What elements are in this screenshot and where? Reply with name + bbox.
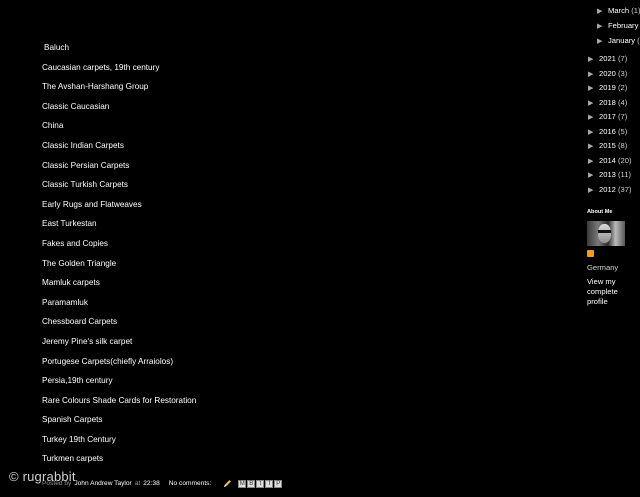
label-link[interactable]: Classic Persian Carpets — [42, 159, 196, 179]
archive-year-label: 2019 — [599, 83, 616, 92]
comments-link[interactable]: No comments: — [169, 480, 212, 487]
expand-triangle-icon[interactable]: ▶ — [597, 7, 608, 15]
label-link[interactable]: Classic Indian Carpets — [42, 139, 196, 159]
label-link[interactable]: The Avshan-Harshang Group — [42, 80, 196, 100]
archive-year-label: 2017 — [599, 112, 616, 121]
post-footer: Posted by John Andrew Taylor at 22:38 No… — [42, 479, 283, 488]
author-link[interactable]: John Andrew Taylor — [74, 480, 131, 487]
archive-year-label: 2021 — [599, 54, 616, 63]
post-label-list: Baluch Caucasian carpets, 19th century The… — [42, 41, 196, 472]
share-buttons: M B t f P — [238, 479, 283, 488]
expand-triangle-icon[interactable]: ▶ — [588, 186, 599, 194]
expand-triangle-icon[interactable]: ▶ — [588, 157, 599, 165]
archive-month-february[interactable]: ▶ February — [597, 21, 638, 30]
archive-year[interactable]: ▶ 2015 (8) — [588, 141, 627, 150]
expand-triangle-icon[interactable]: ▶ — [588, 142, 599, 150]
archive-year[interactable]: ▶ 2019 (2) — [588, 83, 627, 92]
archive-year-label: 2014 — [599, 155, 616, 165]
label-link[interactable]: Classic Turkish Carpets — [42, 178, 196, 198]
expand-triangle-icon[interactable]: ▶ — [588, 70, 599, 78]
label-link[interactable]: Fakes and Copies — [42, 237, 196, 257]
label-link[interactable]: Caucasian carpets, 19th century — [42, 61, 196, 81]
archive-year-label: 2016 — [599, 126, 616, 136]
archive-year[interactable]: ▶ 2012 (37) — [588, 185, 632, 194]
twitter-share-icon[interactable]: t — [256, 479, 265, 488]
blog-share-icon[interactable]: B — [247, 479, 256, 488]
archive-year[interactable]: ▶ 2018 (4) — [588, 98, 627, 107]
archive-year[interactable]: ▶ 2014 (20) — [588, 156, 632, 165]
archive-year-label: 2020 — [599, 68, 616, 78]
pinterest-share-icon[interactable]: P — [274, 479, 283, 488]
label-link[interactable]: Chessboard Carpets — [42, 315, 196, 335]
expand-triangle-icon[interactable]: ▶ — [588, 99, 599, 107]
expand-triangle-icon[interactable]: ▶ — [597, 37, 608, 45]
label-link[interactable]: China — [42, 119, 196, 139]
label-link[interactable]: East Turkestan — [42, 217, 196, 237]
label-link[interactable]: Spanish Carpets — [42, 413, 196, 433]
archive-year[interactable]: ▶ 2021 (7) — [588, 54, 627, 63]
label-link[interactable]: Persia,19th century — [42, 374, 196, 394]
watermark: © rugrabbit — [9, 469, 76, 484]
about-me-heading: About Me — [587, 209, 613, 215]
label-link[interactable]: Mamluk carpets — [42, 276, 196, 296]
archive-year[interactable]: ▶ 2013 (11) — [588, 170, 631, 179]
label-link[interactable]: Rare Colours Shade Cards for Restoration — [42, 394, 196, 414]
archive-year[interactable]: ▶ 2016 (5) — [588, 127, 627, 136]
label-link[interactable]: The Golden Triangle — [42, 257, 196, 277]
archive-year-count: (7) — [618, 54, 628, 63]
expand-triangle-icon[interactable]: ▶ — [588, 55, 599, 63]
label-link[interactable]: Jeremy Pine's silk carpet — [42, 335, 196, 355]
archive-year-count: (20) — [618, 155, 632, 165]
view-profile-link[interactable]: View my complete profile — [587, 277, 635, 307]
archive-month-january[interactable]: ▶ January ( — [597, 36, 640, 45]
archive-year-count: (2) — [618, 83, 628, 92]
archive-year-count: (8) — [618, 141, 628, 150]
archive-year-label: 2018 — [599, 97, 616, 107]
email-share-icon[interactable]: M — [238, 479, 247, 488]
label-link[interactable]: Portugese Carpets(chiefly Arraiolos) — [42, 355, 196, 375]
at-text: at — [134, 480, 141, 487]
archive-year-count: (11) — [618, 170, 631, 179]
expand-triangle-icon[interactable]: ▶ — [588, 113, 599, 121]
expand-triangle-icon[interactable]: ▶ — [597, 22, 608, 30]
archive-year-count: (37) — [618, 184, 632, 194]
archive-year[interactable]: ▶ 2020 (3) — [588, 69, 627, 78]
expand-triangle-icon[interactable]: ▶ — [588, 171, 599, 179]
archive-year-label: 2012 — [599, 184, 616, 194]
archive-year-count: (3) — [618, 68, 628, 78]
profile-location: Germany — [587, 263, 619, 272]
archive-month-march[interactable]: ▶ March (1) — [597, 6, 640, 15]
label-link[interactable]: Baluch — [44, 41, 196, 61]
label-link[interactable]: Turkey 19th Century — [42, 433, 196, 453]
expand-triangle-icon[interactable]: ▶ — [588, 128, 599, 136]
archive-year-label: 2015 — [599, 141, 616, 150]
archive-year-count: (5) — [618, 126, 628, 136]
archive-year-label: 2013 — [599, 170, 616, 179]
archive-year-count: (4) — [618, 97, 628, 107]
facebook-share-icon[interactable]: f — [265, 479, 274, 488]
rss-icon[interactable] — [587, 250, 594, 257]
edit-pencil-icon[interactable] — [223, 479, 232, 488]
archive-year[interactable]: ▶ 2017 (7) — [588, 112, 627, 121]
label-link[interactable]: Paramamluk — [42, 296, 196, 316]
post-time-link[interactable]: 22:38 — [143, 480, 160, 487]
label-link[interactable]: Classic Caucasian — [42, 100, 196, 120]
label-link[interactable]: Early Rugs and Flatweaves — [42, 198, 196, 218]
profile-photo[interactable] — [587, 221, 625, 246]
expand-triangle-icon[interactable]: ▶ — [588, 84, 599, 92]
archive-year-count: (7) — [618, 112, 628, 121]
